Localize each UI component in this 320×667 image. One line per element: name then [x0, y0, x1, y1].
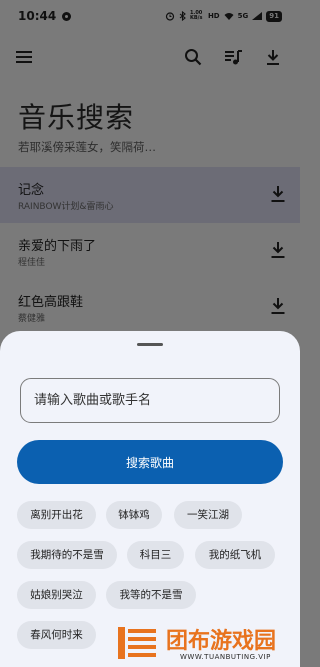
notification-icon [62, 11, 72, 21]
watermark-title: 团布游戏园 [166, 629, 277, 654]
net-speed: 1.00 KB/s [189, 10, 203, 21]
song-artist: 蔡健雅 [18, 314, 46, 324]
suggestion-chip[interactable]: 科目三 [127, 541, 184, 569]
song-artist: 程佳佳 [18, 258, 46, 268]
battery-icon: 91 [266, 10, 282, 22]
playlist-icon[interactable] [223, 47, 243, 67]
bluetooth-icon [179, 11, 186, 21]
suggestion-chip[interactable]: 我的纸飞机 [195, 541, 275, 569]
suggestion-chip[interactable]: 姑娘别哭泣 [17, 581, 96, 609]
signal-icon [252, 12, 263, 20]
song-artist: RAINBOW计划&雷雨心 [18, 202, 114, 212]
watermark: 团布游戏园 WWW.TUANBUTING.VIP [110, 617, 300, 667]
download-icon[interactable] [270, 297, 286, 315]
watermark-logo-icon [118, 627, 156, 659]
status-indicators: 1.00 KB/s HD 5G 91 [165, 10, 282, 22]
suggestion-chip[interactable]: 春风何时来 [17, 621, 96, 649]
suggestion-chip[interactable]: 我期待的不是雪 [17, 541, 117, 569]
song-row[interactable]: 记念 RAINBOW计划&雷雨心 [0, 167, 300, 223]
watermark-url: WWW.TUANBUTING.VIP [180, 653, 271, 661]
search-icon[interactable] [183, 47, 203, 67]
song-title: 亲爱的下雨了 [18, 239, 97, 254]
song-title: 记念 [18, 183, 45, 198]
suggestion-chip[interactable]: 一笑江湖 [174, 501, 242, 529]
app-bar [0, 40, 300, 74]
page-subtitle: 若耶溪傍采莲女，笑隔荷… [18, 140, 156, 154]
song-row[interactable]: 亲爱的下雨了 程佳佳 [0, 223, 300, 279]
download-icon[interactable] [263, 47, 283, 67]
search-input[interactable] [20, 378, 280, 423]
menu-icon[interactable] [14, 47, 34, 67]
suggestion-chip[interactable]: 钵钵鸡 [106, 501, 162, 529]
network-label-hd: HD [207, 12, 220, 20]
song-row[interactable]: 红色高跟鞋 蔡健雅 [0, 279, 300, 335]
suggestion-chip[interactable]: 我等的不是雪 [106, 581, 196, 609]
status-time: 10:44 [18, 9, 57, 23]
drag-handle[interactable] [137, 343, 163, 346]
alarm-icon [165, 12, 175, 21]
download-icon[interactable] [270, 185, 286, 203]
song-title: 红色高跟鞋 [18, 295, 84, 310]
wifi-icon [224, 13, 234, 20]
network-label-5g: 5G [237, 12, 249, 20]
status-bar: 10:44 1.00 KB/s HD 5G 91 [0, 0, 300, 32]
page-title: 音乐搜索 [18, 101, 135, 134]
download-icon[interactable] [270, 241, 286, 259]
search-song-button[interactable]: 搜索歌曲 [17, 440, 283, 484]
suggestion-chip[interactable]: 离别开出花 [17, 501, 96, 529]
